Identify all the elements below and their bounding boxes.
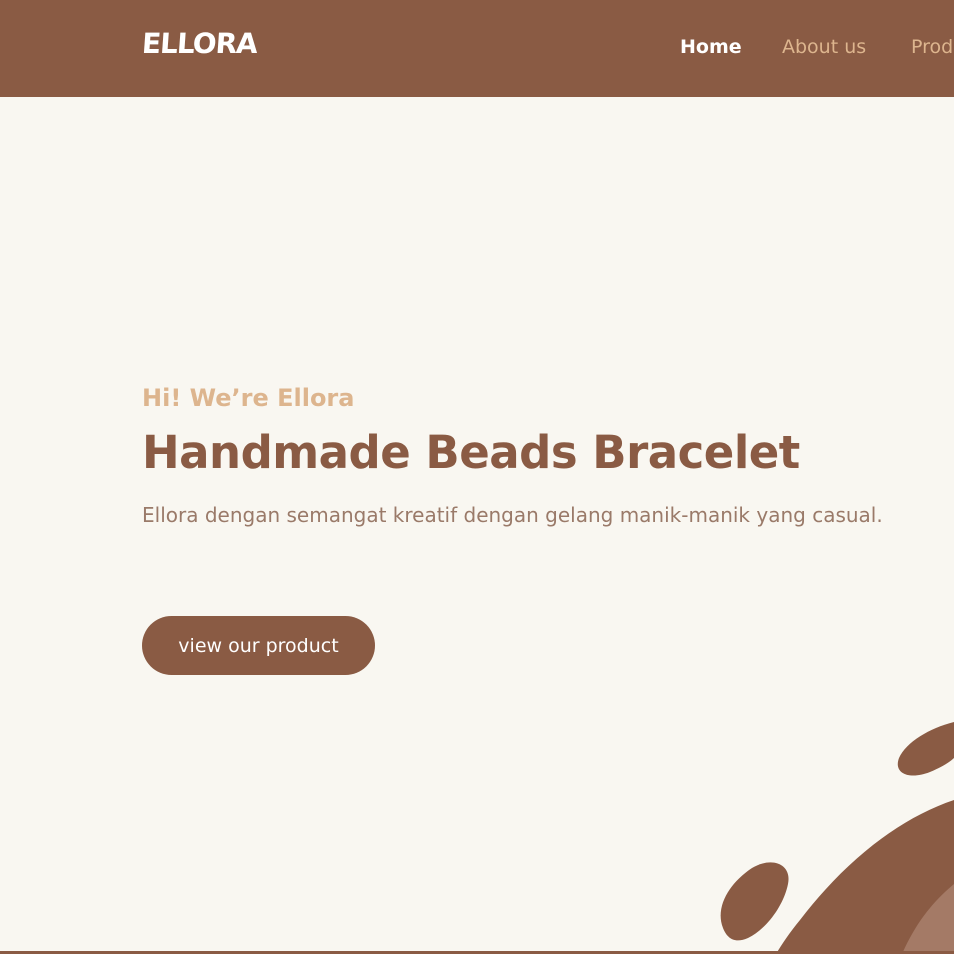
hero-eyebrow: Hi! We’re Ellora	[142, 384, 355, 412]
nav-link-home[interactable]: Home	[680, 38, 742, 57]
view-product-button[interactable]: view our product	[142, 616, 375, 675]
inner-curve-shape-icon	[902, 884, 954, 954]
logo[interactable]: ELLORA	[141, 27, 258, 60]
hero-title: Handmade Beads Bracelet	[142, 426, 800, 479]
navbar: ELLORA Home About us Prod	[0, 0, 954, 97]
hero-description: Ellora dengan semangat kreatif dengan ge…	[142, 503, 883, 527]
nav-link-products[interactable]: Prod	[911, 38, 953, 57]
nav-link-about-us[interactable]: About us	[782, 38, 866, 57]
blob-shape-icon	[897, 722, 954, 776]
large-blob-shape-icon	[776, 800, 954, 954]
leaf-shape-icon	[720, 862, 789, 941]
